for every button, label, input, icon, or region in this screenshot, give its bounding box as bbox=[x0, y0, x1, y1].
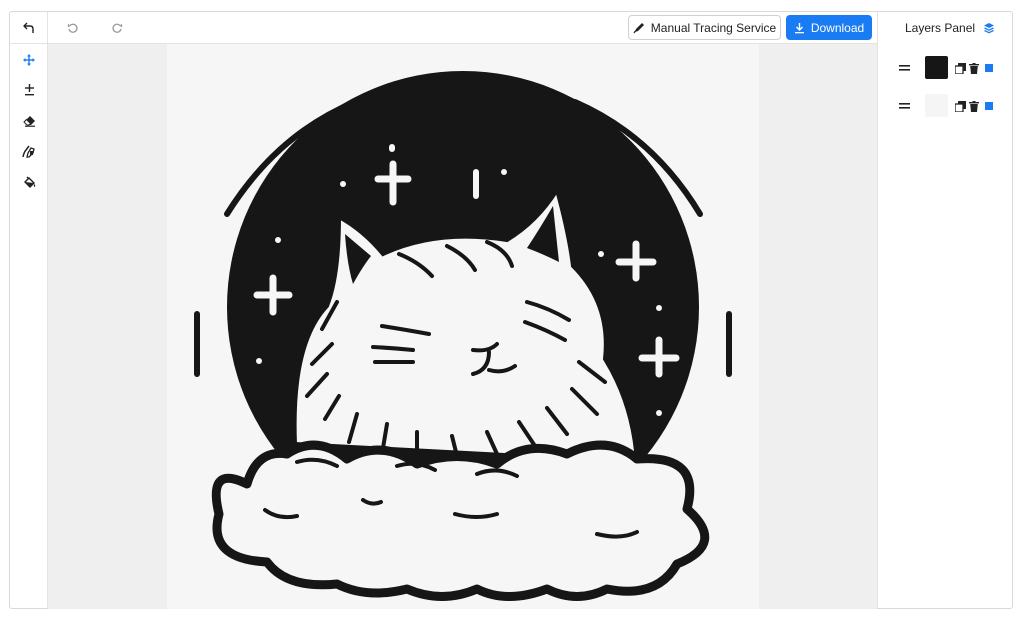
download-label: Download bbox=[810, 20, 865, 35]
download-icon bbox=[794, 22, 804, 33]
plus-minus-tool[interactable] bbox=[10, 78, 48, 102]
layer-row-2[interactable] bbox=[878, 94, 1014, 118]
layers-panel-title: Layers Panel bbox=[905, 21, 976, 35]
brush-tool[interactable] bbox=[10, 139, 48, 163]
eraser-tool[interactable] bbox=[10, 109, 48, 133]
redo-icon bbox=[112, 23, 123, 33]
eraser-icon bbox=[22, 116, 35, 127]
layers-panel-header: Layers Panel bbox=[878, 12, 1013, 44]
app-window: Manual Tracing Service Download Layers P… bbox=[9, 11, 1013, 609]
layers-stack-icon[interactable] bbox=[983, 22, 995, 34]
layers-panel: Layers Panel bbox=[877, 12, 1013, 608]
artboard[interactable] bbox=[167, 44, 759, 609]
duplicate-icon bbox=[954, 62, 966, 74]
brush-icon bbox=[22, 145, 35, 158]
layer-thumbnail bbox=[925, 56, 948, 79]
trash-icon bbox=[969, 62, 979, 74]
delete-layer-button[interactable] bbox=[968, 100, 980, 112]
back-arrow-icon bbox=[22, 22, 34, 33]
download-button[interactable]: Download bbox=[786, 15, 872, 40]
tool-rail bbox=[10, 12, 48, 608]
drag-handle-icon[interactable] bbox=[899, 103, 910, 109]
top-toolbar: Manual Tracing Service Download bbox=[48, 12, 877, 44]
layer-thumbnail bbox=[925, 94, 948, 117]
manual-tracing-button[interactable]: Manual Tracing Service bbox=[628, 15, 781, 40]
manual-tracing-label: Manual Tracing Service bbox=[650, 20, 777, 35]
duplicate-icon bbox=[954, 100, 966, 112]
duplicate-layer-button[interactable] bbox=[954, 62, 966, 74]
layer-color-square[interactable] bbox=[985, 102, 993, 110]
drag-handle-icon[interactable] bbox=[899, 65, 910, 71]
move-tool[interactable] bbox=[10, 48, 48, 72]
plus-minus-icon bbox=[24, 84, 34, 96]
redo-button[interactable] bbox=[109, 20, 125, 36]
undo-icon bbox=[67, 23, 78, 33]
canvas-area[interactable] bbox=[48, 44, 877, 609]
delete-layer-button[interactable] bbox=[968, 62, 980, 74]
undo-button[interactable] bbox=[65, 20, 81, 36]
layer-row-1[interactable] bbox=[878, 56, 1014, 80]
trash-icon bbox=[969, 100, 979, 112]
layer-color-square[interactable] bbox=[985, 64, 993, 72]
pen-icon bbox=[633, 22, 644, 33]
sleeping-cat-illustration bbox=[194, 71, 732, 601]
fill-tool[interactable] bbox=[10, 170, 48, 194]
paint-bucket-icon bbox=[23, 176, 35, 188]
move-arrows-icon bbox=[23, 54, 35, 66]
duplicate-layer-button[interactable] bbox=[954, 100, 966, 112]
back-button[interactable] bbox=[10, 12, 47, 44]
